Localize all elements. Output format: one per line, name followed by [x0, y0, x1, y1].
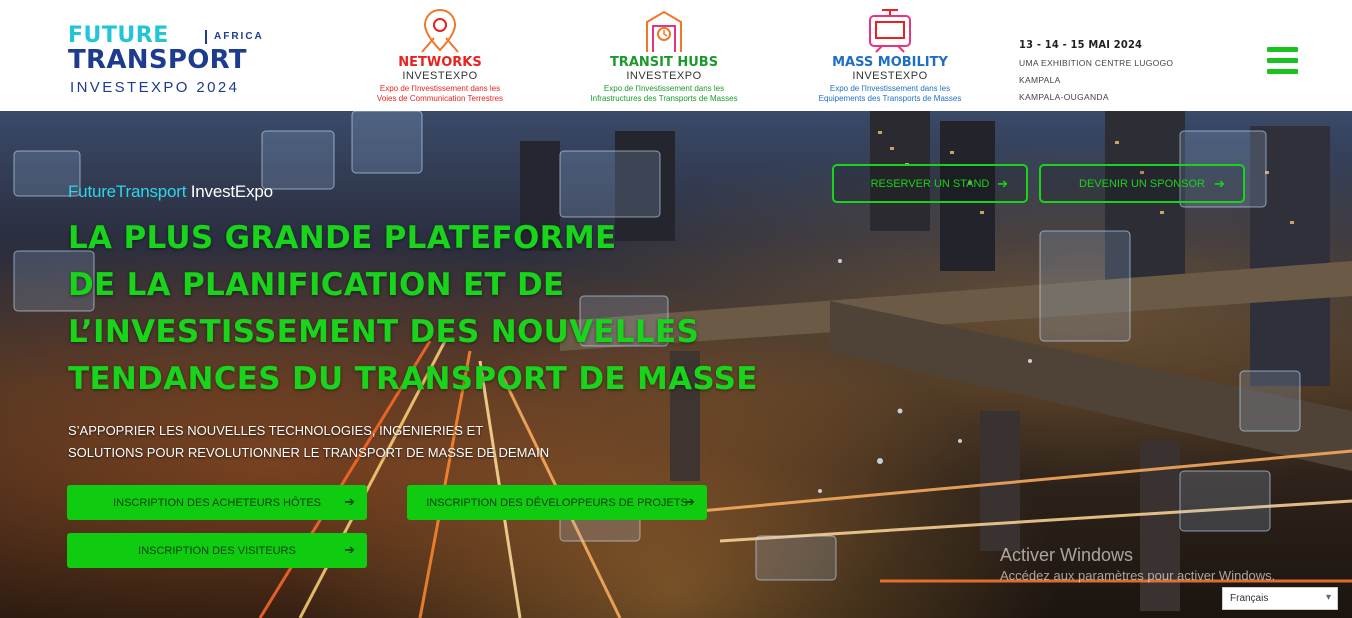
logo-separator [205, 30, 207, 44]
event-info: 13 - 14 - 15 MAI 2024 UMA EXHIBITION CEN… [1019, 38, 1199, 106]
button-label: DEVENIR UN SPONSOR [1079, 177, 1205, 190]
station-clock-icon [646, 10, 682, 52]
activation-title: Activer Windows [1000, 545, 1134, 565]
transit-hubs-name: TRANSIT HUBS [609, 55, 719, 70]
hamburger-bar [1267, 47, 1298, 52]
register-visitors-button[interactable]: INSCRIPTION DES VISITEURS ➔ [67, 533, 367, 568]
register-project-developers-button[interactable]: INSCRIPTION DES DÉVELOPPEURS DE PROJETS … [407, 485, 707, 520]
kicker-highlight: FutureTransport [68, 182, 187, 201]
hamburger-menu-icon[interactable] [1267, 47, 1298, 74]
future-transport-logo[interactable]: FUTURE AFRICA TRANSPORT INVESTEXPO 2024 [68, 24, 288, 104]
mass-mobility-name: MASS MOBILITY [832, 55, 948, 70]
subtitle-line: SOLUTIONS POUR REVOLUTIONNER LE TRANSPOR… [68, 445, 550, 460]
networks-desc-1: Expo de l'Investissement dans les [379, 84, 501, 93]
transit-hubs-expo: INVESTEXPO [626, 70, 702, 82]
hero-subtitle: S’APPOPRIER LES NOUVELLES TECHNOLOGIES, … [68, 420, 608, 464]
hero-headline: LA PLUS GRANDE PLATEFORME DE LA PLANIFIC… [68, 215, 788, 403]
mass-mobility-investexpo-logo[interactable]: MASS MOBILITY INVESTEXPO Expo de l'Inves… [806, 8, 974, 104]
kicker-rest: InvestExpo [186, 182, 273, 201]
mass-mobility-desc-1: Expo de l'Investissement dans les [829, 84, 951, 93]
become-sponsor-button[interactable]: DEVENIR UN SPONSOR ➔ [1039, 164, 1245, 203]
event-venue-line-2: KAMPALA-OUGANDA [1019, 92, 1109, 102]
headline-line: DE LA PLANIFICATION ET DE [68, 267, 565, 303]
arrow-right-icon: ➔ [1214, 176, 1225, 191]
site-header: FUTURE AFRICA TRANSPORT INVESTEXPO 2024 … [0, 0, 1352, 111]
windows-activation-watermark: Activer Windows Accédez aux paramètres p… [1000, 545, 1275, 583]
logo-transport-text: TRANSPORT [68, 45, 247, 75]
mass-mobility-expo: INVESTEXPO [852, 70, 928, 82]
activation-subtitle: Accédez aux paramètres pour activer Wind… [1000, 568, 1276, 583]
hero-section: FutureTransport InvestExpo LA PLUS GRAND… [0, 111, 1352, 618]
language-selected-value: Français [1230, 593, 1269, 604]
chevron-down-icon: ▾ [1325, 592, 1331, 603]
networks-investexpo-logo[interactable]: NETWORKS INVESTEXPO Expo de l'Investisse… [370, 8, 510, 104]
tram-car-icon [869, 9, 911, 53]
map-pin-network-icon [421, 8, 459, 53]
hero-kicker: FutureTransport InvestExpo [68, 182, 273, 202]
language-select[interactable]: Français ▾ [1222, 587, 1338, 610]
book-stand-button[interactable]: RESERVER UN STAND ➔ [832, 164, 1028, 203]
logo-investexpo-text: INVESTEXPO 2024 [70, 79, 240, 96]
button-label: INSCRIPTION DES ACHETEURS HÔTES [113, 496, 321, 509]
button-label: INSCRIPTION DES VISITEURS [138, 544, 296, 557]
button-label: RESERVER UN STAND [870, 177, 990, 190]
headline-line: TENDANCES DU TRANSPORT DE MASSE [68, 361, 758, 397]
transit-hubs-investexpo-logo[interactable]: TRANSIT HUBS INVESTEXPO Expo de l'Invest… [580, 8, 748, 104]
transit-hubs-desc-2: Infrastructures des Transports de Masses [590, 94, 738, 103]
event-dates: 13 - 14 - 15 MAI 2024 [1019, 38, 1143, 51]
arrow-right-icon: ➔ [997, 176, 1008, 191]
event-venue-line-1: UMA EXHIBITION CENTRE LUGOGO KAMPALA [1019, 58, 1174, 85]
arrow-right-icon: ➔ [344, 542, 355, 557]
hamburger-bar [1267, 58, 1298, 63]
networks-expo: INVESTEXPO [402, 70, 478, 82]
networks-desc-2: Voies de Communication Terrestres [376, 94, 504, 103]
logo-africa-text: AFRICA [214, 31, 264, 42]
register-host-buyers-button[interactable]: INSCRIPTION DES ACHETEURS HÔTES ➔ [67, 485, 367, 520]
button-label: INSCRIPTION DES DÉVELOPPEURS DE PROJETS [426, 496, 688, 509]
headline-line: L’INVESTISSEMENT DES NOUVELLES [68, 314, 700, 350]
headline-line: LA PLUS GRANDE PLATEFORME [68, 220, 617, 256]
hamburger-bar [1267, 69, 1298, 74]
arrow-right-icon: ➔ [684, 494, 695, 509]
networks-name: NETWORKS [398, 55, 482, 70]
transit-hubs-desc-1: Expo de l'Investissement dans les [603, 84, 725, 93]
subtitle-line: S’APPOPRIER LES NOUVELLES TECHNOLOGIES, … [68, 423, 484, 438]
arrow-right-icon: ➔ [344, 494, 355, 509]
mass-mobility-desc-2: Equipements des Transports de Masses [818, 94, 962, 103]
